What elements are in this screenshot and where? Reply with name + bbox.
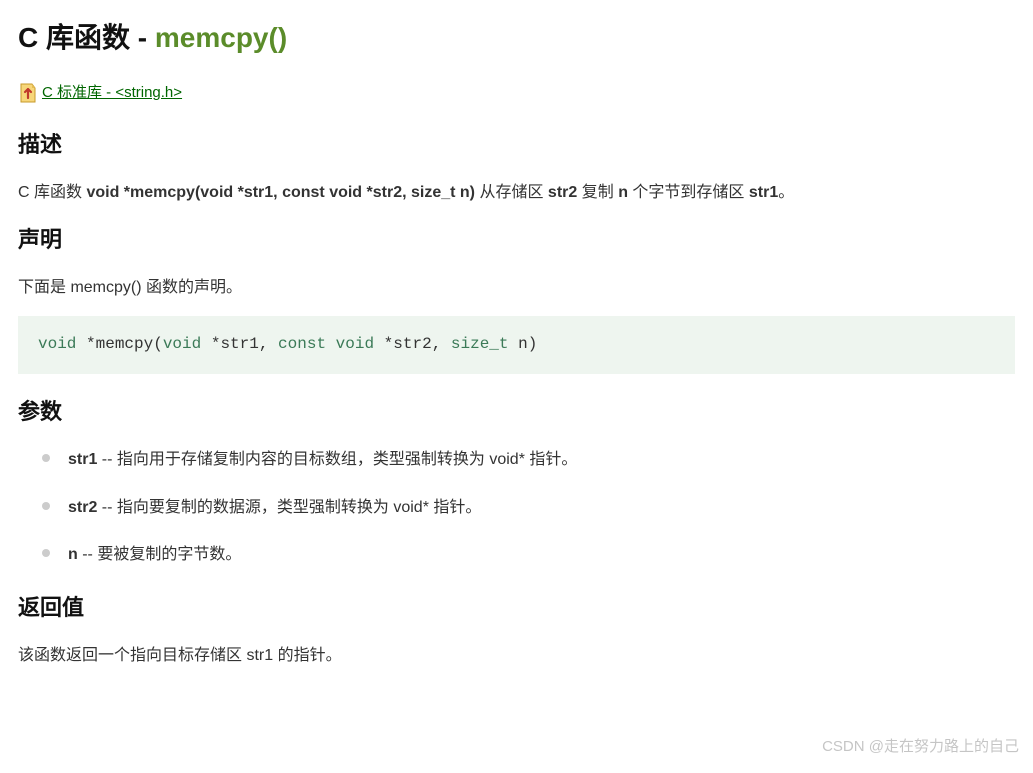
section-heading-decl: 声明 [18, 222, 1015, 257]
code-str2: str2 [393, 335, 431, 353]
page-title: C 库函数 - memcpy() [18, 16, 1015, 61]
code-fn: memcpy [96, 335, 154, 353]
list-item: str1 -- 指向用于存储复制内容的目标数组，类型强制转换为 void* 指针… [42, 447, 1015, 473]
breadcrumb: C 标准库 - <string.h> [18, 81, 1015, 105]
param-desc: -- 指向要复制的数据源，类型强制转换为 void* 指针。 [97, 499, 481, 516]
desc-mid3: 个字节到存储区 [628, 184, 749, 201]
desc-signature: void *memcpy(void *str1, const void *str… [86, 184, 475, 201]
breadcrumb-link[interactable]: C 标准库 - <string.h> [42, 81, 182, 105]
title-prefix: C 库函数 - [18, 22, 155, 53]
list-item: n -- 要被复制的字节数。 [42, 542, 1015, 568]
code-star2: * [201, 335, 220, 353]
desc-mid1: 从存储区 [475, 184, 548, 201]
code-type-sizet: size_t [451, 335, 509, 353]
desc-n: n [618, 184, 628, 201]
code-comma2: , [432, 335, 451, 353]
code-comma1: , [259, 335, 278, 353]
code-n-rparen: n) [509, 335, 538, 353]
param-name: str1 [68, 451, 97, 468]
code-kw-void3: void [336, 335, 374, 353]
code-block: void *memcpy(void *str1, const void *str… [18, 316, 1015, 374]
watermark: CSDN @走在努力路上的自己 [822, 735, 1019, 759]
document-up-icon [18, 82, 38, 104]
desc-suffix: 。 [778, 184, 794, 201]
code-kw-void2: void [163, 335, 201, 353]
param-desc: -- 指向用于存储复制内容的目标数组，类型强制转换为 void* 指针。 [97, 451, 577, 468]
code-kw-void1: void [38, 335, 76, 353]
params-list: str1 -- 指向用于存储复制内容的目标数组，类型强制转换为 void* 指针… [18, 447, 1015, 568]
code-star3: * [374, 335, 393, 353]
param-name: n [68, 546, 78, 563]
desc-paragraph: C 库函数 void *memcpy(void *str1, const voi… [18, 180, 1015, 206]
code-sp [326, 335, 336, 353]
desc-mid2: 复制 [577, 184, 618, 201]
ret-text: 该函数返回一个指向目标存储区 str1 的指针。 [18, 643, 1015, 669]
desc-str1: str1 [749, 184, 778, 201]
code-star1: * [76, 335, 95, 353]
desc-str2: str2 [548, 184, 577, 201]
code-lparen: ( [153, 335, 163, 353]
section-heading-params: 参数 [18, 394, 1015, 429]
decl-intro: 下面是 memcpy() 函数的声明。 [18, 275, 1015, 301]
code-kw-const: const [278, 335, 326, 353]
section-heading-ret: 返回值 [18, 590, 1015, 625]
title-func: memcpy() [155, 22, 287, 53]
param-desc: -- 要被复制的字节数。 [78, 546, 242, 563]
list-item: str2 -- 指向要复制的数据源，类型强制转换为 void* 指针。 [42, 495, 1015, 521]
desc-prefix: C 库函数 [18, 184, 86, 201]
code-str1: str1 [220, 335, 258, 353]
param-name: str2 [68, 499, 97, 516]
section-heading-desc: 描述 [18, 127, 1015, 162]
